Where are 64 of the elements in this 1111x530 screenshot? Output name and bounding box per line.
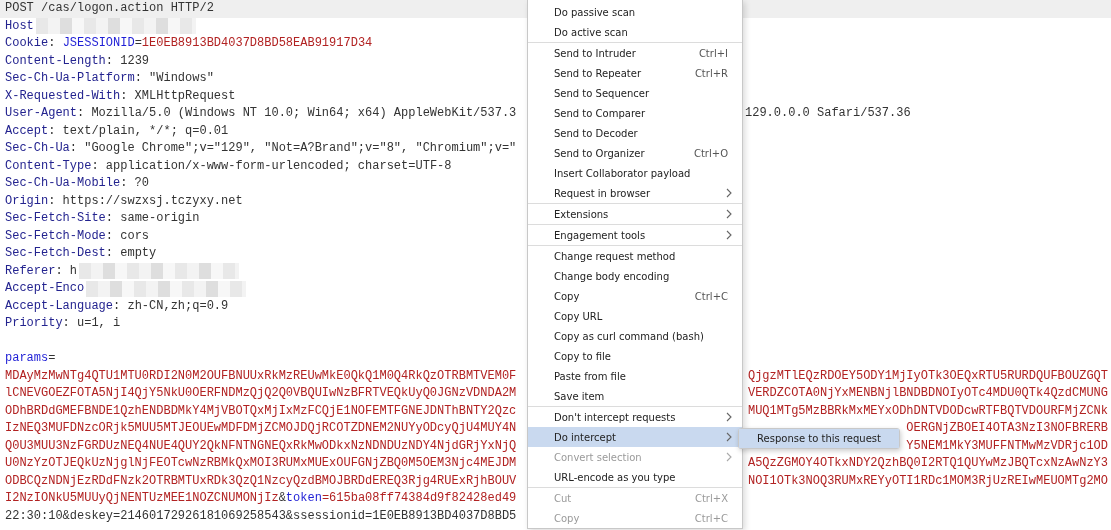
code-line: A5QzZGMOY4OTkxNDY2QzhBQ0I2RTQ1QUYwMzJBQTcxNzAwNzY3: [747, 455, 1108, 472]
menu-item[interactable]: Send to Comparer: [528, 103, 742, 123]
menu-item[interactable]: Do active scan: [528, 22, 742, 42]
code-line: VERDZCOTA0NjYxMENBNjlBNDBDNOIyOTc4MDU0QTk4QzdCMUNG: [747, 385, 1108, 402]
code-line: QjgzMTlEQzRDOEY5ODY1MjIyOTk3OEQxRTU5RURDQUFBOUZGQT: [747, 367, 1108, 385]
code-line: IzNEQ3MUFDNzcORjk5MUU5MTJEOUEwMDFDMjZCMOJDQjRCOTZDNEM2NUYyODcyQjU4MUY4N: [5, 420, 517, 437]
code-line: ODBCQzNDNjEzRDdFNzk2OTRBMTUxRDk3QzQ1NzcyQzdBMOJBRDdEREQ3Rjg4RUExRjhBOUV: [5, 472, 517, 490]
menu-item[interactable]: Don't intercept requests: [528, 407, 742, 427]
code-line: User-Agent: Mozilla/5.0 (Windows NT 10.0; Win64; x64) AppleWebKit/537.3: [5, 105, 517, 122]
code-line: Origin: https://swzxsj.tczyxy.net: [5, 192, 243, 210]
code-line: I2NzIONkU5MUUyQjNENTUzMEE1NOZCNUMONjIz&token=615ba08ff74384d9f82428ed49: [5, 490, 517, 507]
code-line: Priority: u=1, i: [5, 315, 121, 332]
chevron-right-icon: [726, 209, 732, 219]
code-line: POST /cas/logon.action HTTP/2: [5, 0, 214, 17]
menu-item[interactable]: Copy URL: [528, 306, 742, 326]
chevron-right-icon: [726, 230, 732, 240]
menu-item[interactable]: Extensions: [528, 204, 742, 224]
code-line: Accept: text/plain, */*; q=0.01: [5, 122, 229, 140]
menu-item[interactable]: Change body encoding: [528, 266, 742, 286]
code-line: Accept-Language: zh-CN,zh;q=0.9: [5, 297, 229, 315]
code-line: Accept-Enco: [5, 280, 85, 297]
code-line: Y5NEM1MkY3MUFFNTMwMzVDRjc1OD: [906, 437, 1108, 455]
code-line: Sec-Fetch-Mode: cors: [5, 227, 150, 245]
menu-item[interactable]: Copy Ctrl+C: [528, 286, 742, 306]
menu-item[interactable]: Insert Collaborator payload: [528, 163, 742, 183]
menu-item[interactable]: Send to Intruder Ctrl+I: [528, 43, 742, 63]
code-line: Content-Type: application/x-www-form-urlencoded; charset=UTF-8: [5, 157, 452, 175]
menu-item[interactable]: Send to Organizer Ctrl+O: [528, 143, 742, 163]
code-line: 22:30:10&deskey=21460172926181069258543&ssessionid=1E0EB8913BD4037D8BD5: [5, 507, 517, 525]
code-line: U0NzYzOTJEQkUzNjglNjFEOTcwNzRBMkQxMOI3RUMxMUExOUFGNjZBQ0M5OEM3Njc4MEJDM: [5, 455, 517, 472]
menu-item[interactable]: Engagement tools: [528, 225, 742, 245]
code-line: lCNEVGOEZFOTA5NjI4QjY5NkU0OERFNDMzQjQ2Q0VBQUIwNzBFRTVEQkUyQ0JGNzVDNDA2M: [5, 385, 517, 402]
menu-item[interactable]: Send to Decoder: [528, 123, 742, 143]
menu-item[interactable]: URL-encode as you type: [528, 467, 742, 487]
menu-item[interactable]: Send to Repeater Ctrl+R: [528, 63, 742, 83]
code-line: OERGNjZBOEI4OTA3NzI3NOFBRERB: [906, 420, 1108, 437]
code-line: NOI1OTk3NOQ3RUMxREYyOTI1RDc1MOM3RjUzREIwMEUOMTg2MO: [747, 472, 1108, 490]
code-line: Sec-Ch-Ua-Mobile: ?0: [5, 175, 150, 192]
menu-item[interactable]: Do passive scan: [528, 2, 742, 22]
menu-item[interactable]: Copy as curl command (bash): [528, 326, 742, 346]
menu-item[interactable]: Copy to file: [528, 346, 742, 366]
menu-item[interactable]: Change request method: [528, 246, 742, 266]
menu-item[interactable]: Send to Sequencer: [528, 83, 742, 103]
code-line: Referer: h: [5, 262, 78, 280]
chevron-right-icon: [726, 188, 732, 198]
code-line: Host: [5, 17, 34, 35]
menu-item[interactable]: Paste from file: [528, 366, 742, 386]
code-line: X-Requested-With: XMLHttpRequest: [5, 87, 236, 105]
code-line: MUQ1MTg5MzBBRkMxMEYxODhDNTVDODcwRTFBQTVDOURFMjZCNk: [747, 402, 1108, 420]
menu-item[interactable]: Response to this request: [739, 429, 899, 448]
code-line: Content-Length: 1239: [5, 52, 150, 70]
code-line: Sec-Ch-Ua-Platform: "Windows": [5, 70, 214, 87]
code-line: params=: [5, 350, 56, 367]
code-line: 129.0.0.0 Safari/537.36: [745, 105, 911, 122]
code-line: Cookie: JSESSIONID=1E0EB8913BD4037D8BD58EAB91917D34: [5, 35, 373, 52]
code-line: Sec-Fetch-Dest: empty: [5, 245, 157, 262]
code-line: MDAyMzMwNTg4QTU1MTU0RDI2N0M2OUFBNUUxRkMzREUwMkE0QkQ1M0Q4RkQzOTRBMTVEM0F: [5, 367, 517, 385]
code-line: Sec-Fetch-Site: same-origin: [5, 210, 200, 227]
code-line: ODhBRDdGMEFBNDE1QzhENDBDMkY4MjVBOTQxMjIxMzFCQjE1NOFEMTFGNEJDNThBNTY2Qzc: [5, 402, 517, 420]
menu-item[interactable]: Request in browser: [528, 183, 742, 203]
code-line: Sec-Ch-Ua: "Google Chrome";v="129", "Not=A?Brand";v="8", "Chromium";v=": [5, 140, 517, 157]
menu-item[interactable]: Save item: [528, 386, 742, 406]
code-line: Q0U3MUU3NzFGRDUzNEQ4NUE4QUY2QkNFNTNGNEQxRkMwODkxNzNDNDUzNDY4NjdGRjYxNjQ: [5, 437, 517, 455]
menu-item[interactable]: Do intercept: [528, 427, 742, 447]
